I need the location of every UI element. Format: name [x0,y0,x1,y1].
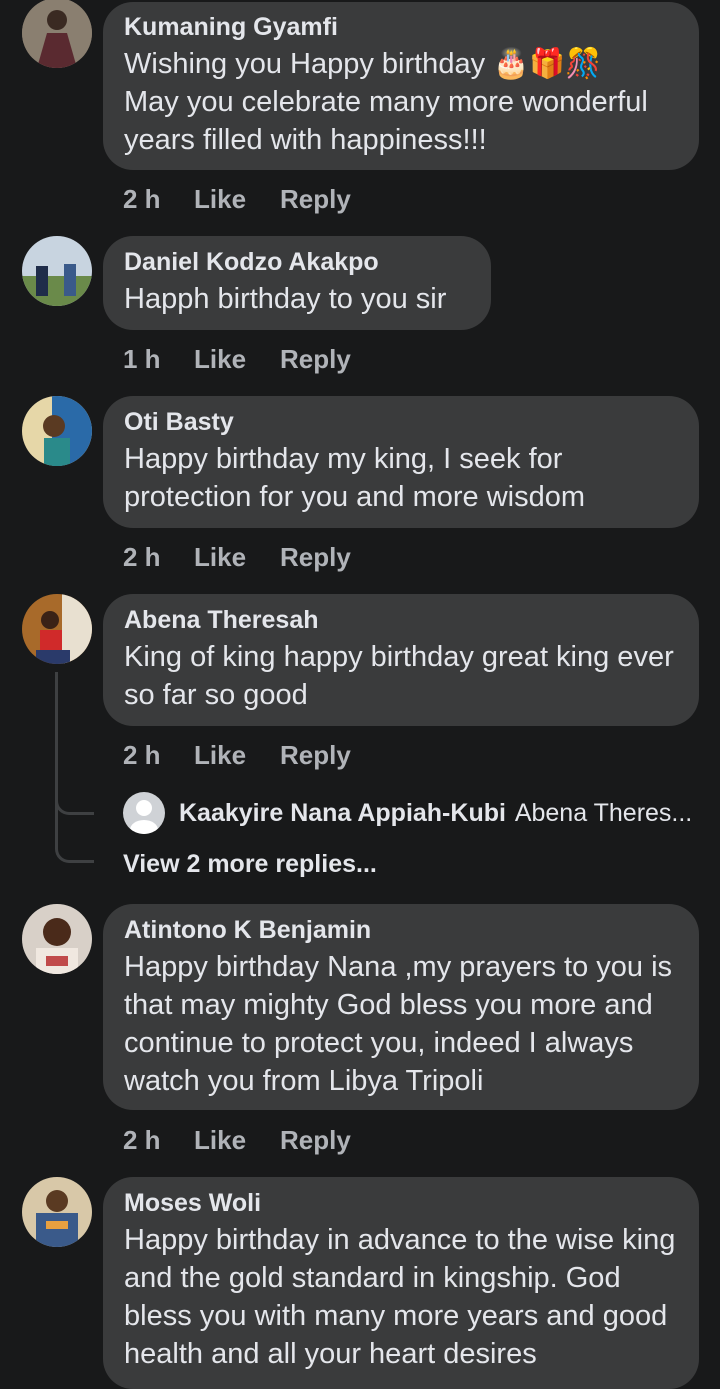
reply-button[interactable]: Reply [280,740,351,771]
comment-time[interactable]: 2 h [123,1125,194,1156]
default-avatar-icon [123,792,165,834]
comment-author[interactable]: Kumaning Gyamfi [124,12,677,42]
comment-author[interactable]: Oti Basty [124,407,677,437]
avatar[interactable] [22,904,92,974]
comment-actions: 2 h Like Reply [123,184,351,215]
comment-actions: 1 h Like Reply [123,344,351,375]
comment-author[interactable]: Abena Theresah [124,605,677,635]
comment-time[interactable]: 2 h [123,184,194,215]
reply-button[interactable]: Reply [280,1125,351,1156]
comment-text: Happh birthday to you sir [124,283,447,315]
comment-author[interactable]: Atintono K Benjamin [124,915,677,945]
comment-text: Happy birthday Nana ,my prayers to you i… [124,951,681,1097]
comment-text: Happy birthday in advance to the wise ki… [124,1224,684,1370]
comment-actions: 2 h Like Reply [123,1125,351,1156]
reply-text: Abena Theres... [514,798,693,827]
comment-bubble: Atintono K Benjamin Happy birthday Nana … [103,904,699,1110]
comment-time[interactable]: 2 h [123,740,194,771]
comment-bubble: Abena Theresah King of king happy birthd… [103,594,699,726]
comment-actions: 2 h Like Reply [123,542,351,573]
thread-connector [55,800,94,863]
comment-text: Wishing you Happy birthday 🎂🎁🎊 May you c… [124,48,648,156]
view-more-replies-link[interactable]: View 2 more replies... [123,850,377,879]
like-button[interactable]: Like [194,740,280,771]
avatar[interactable] [22,0,92,68]
avatar[interactable] [22,594,92,664]
like-button[interactable]: Like [194,542,280,573]
comment-bubble: Kumaning Gyamfi Wishing you Happy birthd… [103,2,699,170]
like-button[interactable]: Like [194,344,280,375]
comment-author[interactable]: Moses Woli [124,1188,677,1218]
avatar[interactable] [22,236,92,306]
reply-button[interactable]: Reply [280,184,351,215]
comment-bubble: Moses Woli Happy birthday in advance to … [103,1177,699,1389]
thread-connector [55,672,94,815]
like-button[interactable]: Like [194,1125,280,1156]
reply-button[interactable]: Reply [280,542,351,573]
avatar[interactable] [22,396,92,466]
reply-preview[interactable]: Kaakyire Nana Appiah-Kubi Abena Theres..… [123,792,692,834]
comment-bubble: Oti Basty Happy birthday my king, I seek… [103,396,699,528]
comment-time[interactable]: 1 h [123,344,194,375]
comment-actions: 2 h Like Reply [123,740,351,771]
comment-author[interactable]: Daniel Kodzo Akakpo [124,247,469,277]
like-button[interactable]: Like [194,184,280,215]
comment-text: Happy birthday my king, I seek for prote… [124,443,585,513]
reply-button[interactable]: Reply [280,344,351,375]
comment-text: King of king happy birthday great king e… [124,641,682,711]
comment-bubble: Daniel Kodzo Akakpo Happh birthday to yo… [103,236,491,330]
avatar[interactable] [22,1177,92,1247]
reply-author[interactable]: Kaakyire Nana Appiah-Kubi [179,799,506,827]
comment-time[interactable]: 2 h [123,542,194,573]
